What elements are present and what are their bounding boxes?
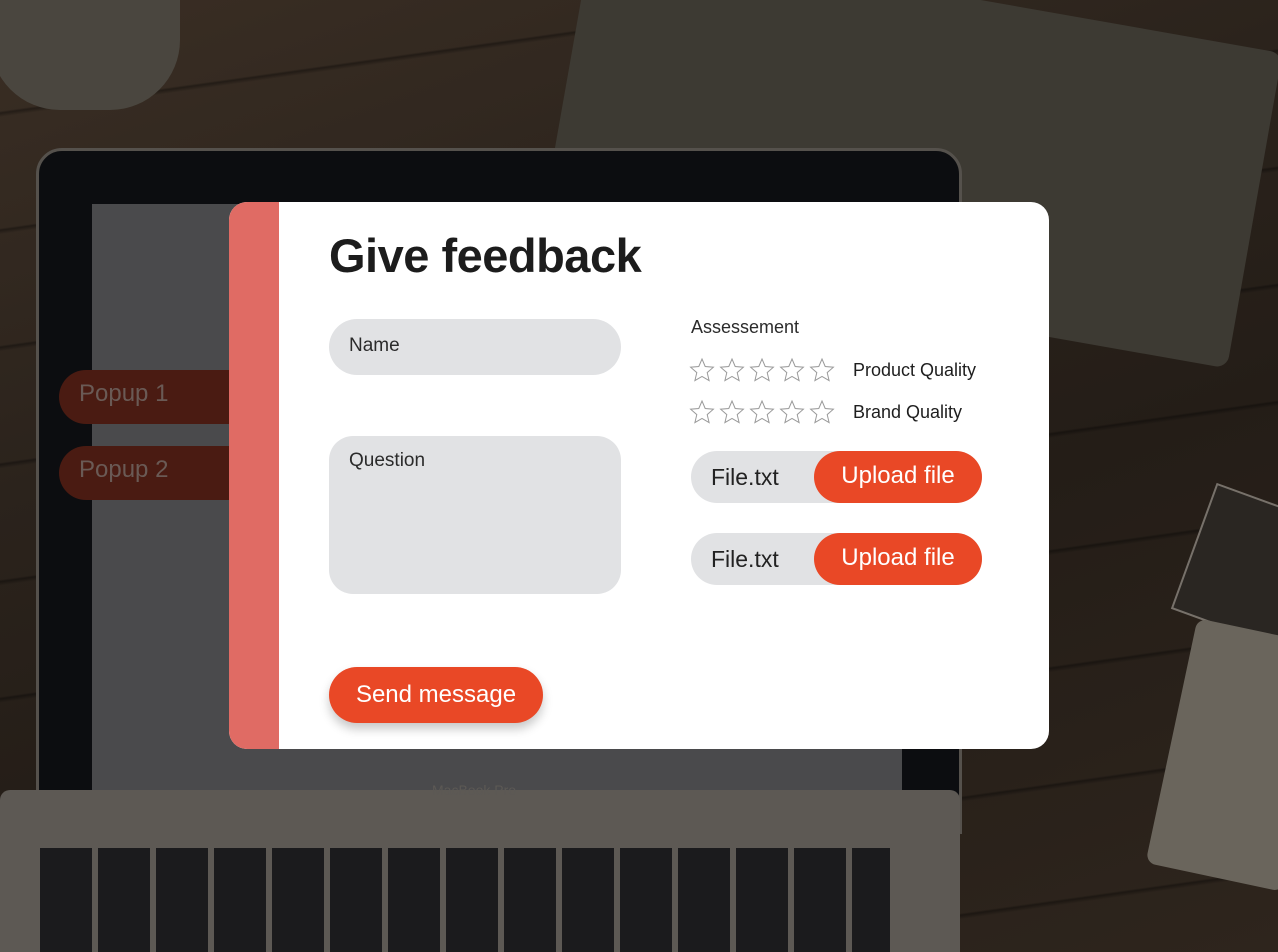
background-keyboard xyxy=(40,848,890,952)
star-icon[interactable] xyxy=(749,399,775,425)
question-textarea[interactable]: Question xyxy=(329,436,621,594)
star-icon[interactable] xyxy=(809,399,835,425)
file-upload-2: File.txt Upload file xyxy=(691,533,982,585)
star-icon[interactable] xyxy=(809,357,835,383)
upload-file-button[interactable]: Upload file xyxy=(814,533,982,585)
star-icon[interactable] xyxy=(689,399,715,425)
brand-quality-label: Brand Quality xyxy=(853,401,963,422)
modal-title: Give feedback xyxy=(329,229,642,282)
assessment-label: Assessement xyxy=(691,317,800,337)
star-icon[interactable] xyxy=(779,357,805,383)
upload-file-button[interactable]: Upload file xyxy=(814,451,982,503)
send-message-button[interactable]: Send message xyxy=(329,667,543,723)
background-tile xyxy=(1145,618,1278,892)
star-icon[interactable] xyxy=(779,399,805,425)
star-icon[interactable] xyxy=(719,357,745,383)
product-quality-rating: Product Quality xyxy=(689,355,976,385)
file-name: File.txt xyxy=(711,464,779,490)
feedback-modal: Give feedback Name Question Send message… xyxy=(229,202,1049,749)
laptop-label: MacBook Pro xyxy=(432,782,517,798)
brand-quality-rating: Brand Quality xyxy=(689,397,962,427)
product-quality-label: Product Quality xyxy=(853,359,977,380)
star-icon[interactable] xyxy=(719,399,745,425)
modal-accent-stripe xyxy=(229,202,279,749)
background-jar xyxy=(0,0,180,110)
file-upload-1: File.txt Upload file xyxy=(691,451,982,503)
file-name: File.txt xyxy=(711,546,779,572)
name-input[interactable]: Name xyxy=(329,319,621,375)
star-icon[interactable] xyxy=(749,357,775,383)
star-icon[interactable] xyxy=(689,357,715,383)
